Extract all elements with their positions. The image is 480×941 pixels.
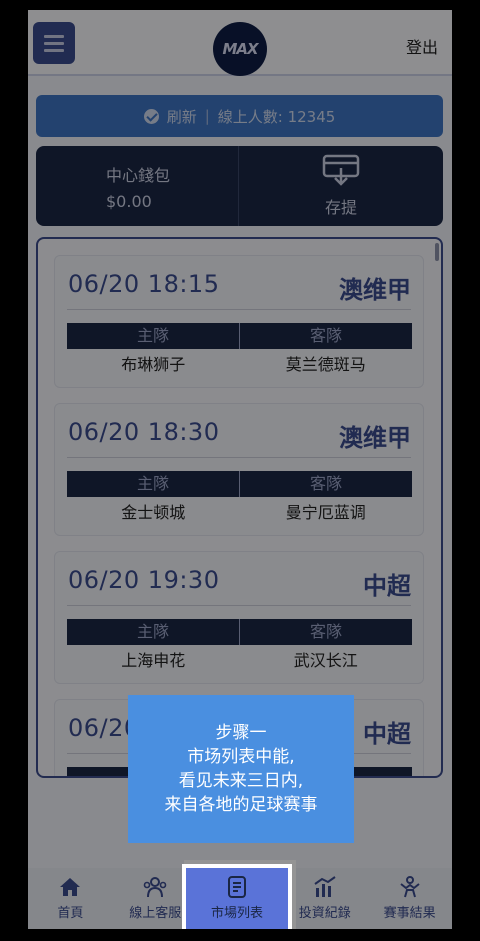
- online-count: 線上人數: 12345: [217, 107, 336, 126]
- home-header: 主隊: [67, 323, 240, 349]
- away-team: 莫兰德斑马: [285, 355, 366, 374]
- match-card[interactable]: 06/20 18:15 澳维甲 主隊 客隊 布琳狮子 莫兰德斑马: [54, 255, 424, 388]
- match-time: 06/20 19:30: [68, 566, 220, 594]
- nav-home[interactable]: 首頁: [28, 868, 113, 929]
- match-time: 06/20 18:15: [68, 270, 220, 298]
- wallet-balance: $0.00: [106, 192, 152, 211]
- home-header: 主隊: [67, 471, 240, 497]
- separator: |: [204, 107, 210, 125]
- menu-icon: [44, 34, 64, 38]
- highlight-label: 市場列表: [210, 906, 263, 921]
- match-league: 澳维甲: [339, 276, 411, 304]
- divider: [67, 309, 411, 310]
- team-header: 主隊 客隊: [67, 619, 412, 645]
- nav-label: 賽事結果: [383, 906, 436, 921]
- center-wallet: 中心錢包 $0.00: [36, 146, 239, 226]
- logo-text: MAX: [222, 40, 258, 58]
- deposit-withdraw-button[interactable]: 存提: [239, 146, 443, 226]
- check-circle-icon: [143, 108, 159, 124]
- nav-investment-records[interactable]: 投資紀錄: [282, 868, 367, 929]
- match-league: 中超: [363, 572, 411, 600]
- chart-icon: [314, 876, 336, 897]
- away-team: 武汉长江: [293, 651, 358, 670]
- deposit-icon: [322, 154, 360, 186]
- team-names: 上海申花 武汉长江: [67, 647, 412, 671]
- deposit-label: 存提: [324, 198, 357, 217]
- app-header: MAX 登出: [28, 10, 452, 76]
- refresh-bar[interactable]: 刷新 | 線上人數: 12345: [36, 95, 443, 137]
- tooltip-line: 市场列表中能,: [187, 747, 295, 767]
- away-team: 曼宁厄蓝调: [285, 503, 366, 522]
- nav-match-results[interactable]: 賽事結果: [367, 868, 452, 929]
- refresh-label: 刷新: [166, 107, 197, 126]
- nav-label: 線上客服: [129, 906, 182, 921]
- home-team: 上海申花: [121, 651, 186, 670]
- wallet-panel: 中心錢包 $0.00 存提: [36, 146, 443, 226]
- team-names: 布琳狮子 莫兰德斑马: [67, 351, 412, 375]
- team-header: 主隊 客隊: [67, 323, 412, 349]
- home-header: 主隊: [67, 619, 240, 645]
- away-header: 客隊: [309, 622, 342, 641]
- divider: [67, 605, 411, 606]
- logo[interactable]: MAX: [213, 22, 267, 76]
- away-header: 客隊: [309, 474, 342, 493]
- tooltip-line: 步骤一: [215, 723, 267, 743]
- match-league: 中超: [363, 720, 411, 748]
- match-card[interactable]: 06/20 18:30 澳维甲 主隊 客隊 金士顿城 曼宁厄蓝调: [54, 403, 424, 536]
- team-header: 主隊 客隊: [67, 471, 412, 497]
- home-team: 布琳狮子: [121, 355, 186, 374]
- tooltip-line: 看见未来三日内,: [178, 771, 304, 791]
- home-team: 金士顿城: [121, 503, 186, 522]
- wallet-label: 中心錢包: [106, 166, 171, 185]
- divider: [67, 457, 411, 458]
- tooltip-line: 来自各地的足球赛事: [164, 795, 318, 815]
- tutorial-highlight-fill: 市場列表: [186, 868, 288, 929]
- home-icon: [60, 878, 81, 896]
- match-time: 06/20 18:30: [68, 418, 220, 446]
- match-league: 澳维甲: [339, 424, 411, 452]
- match-card[interactable]: 06/20 19:30 中超 主隊 客隊 上海申花 武汉长江: [54, 551, 424, 684]
- nav-label: 投資紀錄: [298, 906, 351, 921]
- nav-label: 首頁: [57, 906, 84, 921]
- team-names: 金士顿城 曼宁厄蓝调: [67, 499, 412, 523]
- logout-button[interactable]: 登出: [406, 34, 438, 58]
- menu-button[interactable]: [33, 22, 75, 64]
- scrollbar[interactable]: [435, 243, 439, 261]
- away-header: 客隊: [309, 326, 342, 345]
- list-icon: [228, 876, 246, 898]
- support-icon: [143, 877, 167, 898]
- trophy-icon: [399, 876, 420, 898]
- tutorial-tooltip: 步骤一 市场列表中能, 看见未来三日内, 来自各地的足球赛事: [128, 695, 354, 843]
